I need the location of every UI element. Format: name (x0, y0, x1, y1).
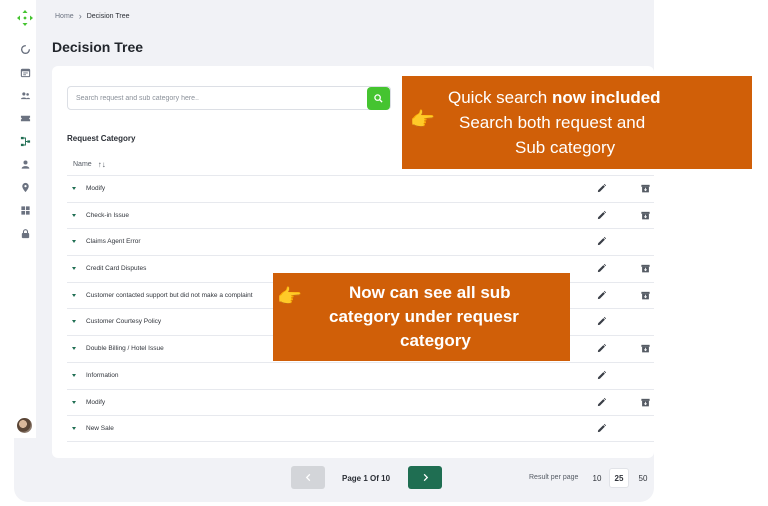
search-callout-line3: Sub category (515, 138, 616, 157)
archive-icon[interactable] (640, 263, 651, 274)
row-label: Credit Card Disputes (86, 265, 147, 273)
edit-icon[interactable] (596, 397, 607, 408)
row-label: Double Billing / Hotel Issue (86, 345, 164, 353)
archive-icon[interactable] (640, 343, 651, 354)
breadcrumb: Home › Decision Tree (55, 11, 129, 21)
expand-caret-icon[interactable] (72, 187, 76, 190)
results-per-page-option-50[interactable]: 50 (633, 468, 653, 488)
column-header-name[interactable]: Name ↑↓ (73, 160, 106, 169)
expand-caret-icon[interactable] (72, 240, 76, 244)
search-callout: 👉 Quick search now included Search both … (402, 76, 752, 169)
breadcrumb-current: Decision Tree (86, 12, 130, 20)
subcategory-callout-line2: category under requesr (329, 307, 519, 326)
table-row[interactable]: Information (67, 361, 654, 389)
search-box (67, 86, 391, 110)
expand-caret-icon[interactable] (72, 347, 76, 351)
subcategory-callout-line3: category (400, 331, 471, 350)
row-label: Modify (86, 398, 106, 406)
chevron-left-icon (305, 473, 310, 482)
results-per-page-label: Result per page (529, 474, 579, 481)
user-icon[interactable] (17, 156, 33, 172)
lock-icon[interactable] (17, 225, 33, 241)
edit-icon[interactable] (596, 210, 607, 221)
edit-icon[interactable] (596, 343, 607, 354)
search-input[interactable] (76, 92, 356, 105)
calendar-icon[interactable] (17, 64, 33, 80)
page-title: Decision Tree (52, 39, 144, 55)
search-icon (374, 94, 383, 103)
row-label: Information (86, 371, 119, 379)
sidebar (14, 0, 36, 438)
row-label: Customer contacted support but did not m… (86, 291, 253, 299)
edit-icon[interactable] (596, 316, 607, 327)
expand-caret-icon[interactable] (72, 320, 76, 324)
edit-icon[interactable] (596, 370, 607, 381)
archive-icon[interactable] (640, 210, 651, 221)
table-row[interactable]: Modify (67, 388, 654, 416)
location-icon[interactable] (17, 179, 33, 195)
expand-caret-icon[interactable] (72, 427, 76, 431)
subcategory-callout: 👉 Now can see all sub category under req… (273, 273, 570, 361)
pointing-hand-icon: 👉 (277, 286, 302, 308)
row-label: Check-in Issue (86, 211, 129, 219)
sort-icon[interactable]: ↑↓ (98, 160, 106, 169)
edit-icon[interactable] (596, 423, 607, 434)
archive-icon[interactable] (640, 290, 651, 301)
expand-caret-icon[interactable] (72, 267, 76, 271)
edit-icon[interactable] (596, 263, 607, 274)
decision-tree-icon[interactable] (17, 133, 33, 149)
row-label: Claims Agent Error (86, 238, 141, 246)
dashboard-icon[interactable] (17, 41, 33, 57)
breadcrumb-home[interactable]: Home (55, 13, 74, 20)
expand-caret-icon[interactable] (72, 213, 76, 217)
row-label: New Sale (86, 425, 114, 433)
section-title: Request Category (67, 134, 136, 143)
results-per-page-option-10[interactable]: 10 (587, 468, 607, 488)
avatar[interactable] (17, 418, 32, 433)
logo-icon[interactable] (14, 9, 36, 27)
expand-caret-icon[interactable] (72, 400, 76, 404)
chevron-right-icon: › (78, 11, 82, 21)
search-callout-line1: Quick search now included (448, 88, 661, 107)
edit-icon[interactable] (596, 236, 607, 247)
results-per-page-option-25[interactable]: 25 (609, 468, 629, 488)
expand-caret-icon[interactable] (72, 373, 76, 377)
pointing-hand-icon: 👉 (410, 109, 435, 131)
page-indicator: Page 1 Of 10 (342, 474, 391, 483)
column-header-label: Name (73, 161, 92, 168)
table-row[interactable]: Modify (67, 175, 654, 202)
row-label: Modify (86, 185, 106, 192)
table-row[interactable]: Claims Agent Error (67, 228, 654, 255)
users-icon[interactable] (17, 87, 33, 103)
pagination: Page 1 Of 10 (291, 466, 442, 490)
search-button[interactable] (367, 87, 390, 110)
previous-page-button[interactable] (291, 466, 325, 489)
ticket-icon[interactable] (17, 110, 33, 126)
table-row[interactable]: Check-in Issue (67, 201, 654, 229)
table-row[interactable]: New Sale (67, 415, 654, 442)
grid-icon[interactable] (17, 202, 33, 218)
edit-icon[interactable] (596, 290, 607, 301)
edit-icon[interactable] (596, 183, 607, 194)
archive-icon[interactable] (640, 183, 651, 194)
search-callout-line2: Search both request and (459, 113, 646, 132)
subcategory-callout-line1: Now can see all sub (349, 283, 511, 302)
expand-caret-icon[interactable] (72, 293, 76, 297)
next-page-button[interactable] (408, 466, 442, 489)
chevron-right-icon (423, 473, 428, 482)
archive-icon[interactable] (640, 397, 651, 408)
row-label: Customer Courtesy Policy (86, 318, 162, 326)
